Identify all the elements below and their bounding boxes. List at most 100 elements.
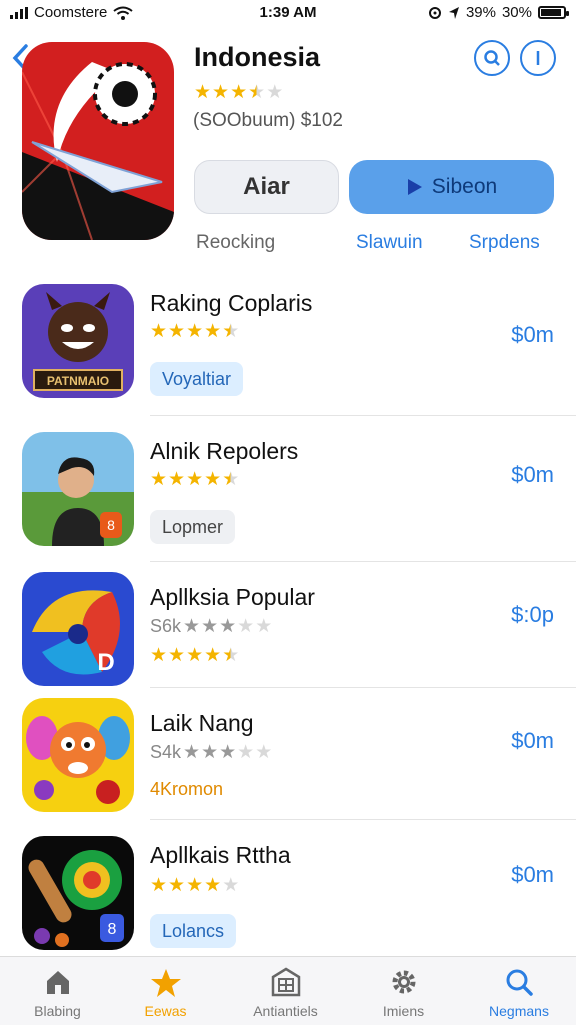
app-name: Apllksia Popular <box>150 584 315 610</box>
star-icon: ★ <box>201 742 219 763</box>
star-icon: ★ <box>204 645 222 666</box>
star-icon: ★ <box>150 321 168 342</box>
tabbar-item-home[interactable]: Blabing <box>0 957 115 1025</box>
tab-slawuin[interactable]: Slawuin <box>356 232 423 254</box>
app-price[interactable]: $0m <box>511 462 554 488</box>
swirl-icon: D <box>22 572 134 686</box>
star-icon: ★ <box>186 469 204 490</box>
search-icon <box>484 50 500 66</box>
primary-action-button[interactable]: Sibeon <box>349 160 554 214</box>
tabbar-label: Imiens <box>382 1003 425 1019</box>
app-rating-stars: ★ ★ ★ ★ ★ <box>194 83 283 102</box>
bottom-tab-bar: Blabing Eewas Antiantiels Imiens Negmans <box>0 956 576 1025</box>
list-item[interactable]: PATNMAIO Raking Coplaris ★ ★ ★ ★ ★ $0m Voyal… <box>0 270 576 416</box>
tabbar-item-apps[interactable]: Antiantiels <box>228 957 343 1025</box>
app-rating-stars: ★ ★ ★ ★ ★ <box>150 470 239 489</box>
tab-srpdens[interactable]: Srpdens <box>469 232 540 254</box>
star-icon: ★ <box>150 875 168 896</box>
star-icon: ★ <box>230 82 248 103</box>
star-icon: ★ <box>168 469 186 490</box>
creature-icon <box>22 698 134 812</box>
star-icon: ★ <box>150 469 168 490</box>
gear-icon <box>392 970 415 994</box>
star-icon: ★ <box>222 469 240 490</box>
devil-icon: PATNMAIO <box>22 284 134 398</box>
app-price[interactable]: $0m <box>511 728 554 754</box>
svg-text:D: D <box>97 649 114 676</box>
star-icon: ★ <box>183 742 201 763</box>
play-icon <box>407 179 422 195</box>
star-icon: ★ <box>222 321 240 342</box>
app-rating-stars: ★ ★ ★ ★ ★ <box>150 322 239 341</box>
battery-icon <box>538 6 569 19</box>
tabbar-label: Blabing <box>34 1003 81 1019</box>
star-icon: ★ <box>237 616 255 637</box>
star-icon: ★ <box>237 742 255 763</box>
info-button[interactable] <box>520 40 556 76</box>
planet-icon: 8 <box>22 836 134 950</box>
app-name: Laik Nang <box>150 710 254 736</box>
star-icon: ★ <box>183 616 201 637</box>
star-icon: ★ <box>248 82 266 103</box>
tabbar-label: Eewas <box>144 1003 187 1019</box>
app-meta: S4k ★ ★ ★ ★ ★ <box>150 742 272 763</box>
secondary-action-button[interactable]: Aiar <box>194 160 339 214</box>
location-icon <box>448 6 459 19</box>
list-item[interactable]: 8 Alnik Repolers ★ ★ ★ ★ ★ $0m Lopmer <box>0 416 576 562</box>
info-icon <box>536 51 540 65</box>
app-rating-stars: ★ ★ ★ ★ ★ <box>150 646 239 665</box>
apps-icon <box>271 967 300 997</box>
app-price[interactable]: $0m <box>511 322 554 348</box>
alarm-icon <box>428 6 441 19</box>
app-name: Raking Coplaris <box>150 290 313 316</box>
search-button[interactable] <box>474 40 510 76</box>
star-icon: ★ <box>150 645 168 666</box>
list-item[interactable]: D Apllksia Popular S6k ★ ★ ★ ★ ★ ★ ★ ★ ★ ★ $:0p <box>0 562 576 688</box>
status-bar: Coomstere 1:39 AM 39% 30% <box>0 0 576 26</box>
tabbar-label: Antiantiels <box>253 1003 318 1019</box>
star-icon: ★ <box>168 645 186 666</box>
app-tag-chip[interactable]: Lolancs <box>150 914 237 948</box>
star-icon: ★ <box>168 321 186 342</box>
tabbar-label: Negmans <box>489 1003 549 1019</box>
star-icon <box>150 969 181 997</box>
battery-percent-a: 39% <box>465 4 496 21</box>
primary-action-label: Sibeon <box>431 175 498 198</box>
app-meta-text: S4k <box>150 742 182 762</box>
app-tag-chip[interactable]: Voyaltiar <box>150 362 244 396</box>
app-price[interactable]: $0m <box>511 862 554 888</box>
app-name: Alnik Repolers <box>150 438 299 464</box>
star-icon: ★ <box>222 645 240 666</box>
app-price[interactable]: $:0p <box>511 602 554 628</box>
star-icon: ★ <box>168 875 186 896</box>
app-meta: S6k ★ ★ ★ ★ ★ <box>150 616 272 637</box>
boy-icon: 8 <box>22 432 134 546</box>
tabbar-item-search[interactable]: Negmans <box>462 957 576 1025</box>
star-icon: ★ <box>186 645 204 666</box>
tabbar-item-featured[interactable]: Eewas <box>108 957 223 1025</box>
star-icon: ★ <box>219 742 237 763</box>
tabbar-item-updates[interactable]: Imiens <box>346 957 461 1025</box>
list-item[interactable]: Laik Nang S4k ★ ★ ★ ★ ★ 4Kromon $0m <box>0 688 576 820</box>
star-icon: ★ <box>255 742 273 763</box>
star-icon: ★ <box>212 82 230 103</box>
star-icon: ★ <box>204 469 222 490</box>
star-icon: ★ <box>219 616 237 637</box>
app-tag-chip[interactable]: 4Kromon <box>150 772 223 806</box>
app-tag-chip[interactable]: Lopmer <box>150 510 236 544</box>
app-meta-stars: ★ ★ ★ ★ ★ <box>183 743 272 762</box>
app-name: Apllkais Rttha <box>150 842 291 868</box>
app-subtitle: (SOObuum) $102 <box>193 110 343 131</box>
star-icon: ★ <box>266 82 284 103</box>
app-hero-icon <box>22 42 174 240</box>
star-icon: ★ <box>186 321 204 342</box>
star-icon: ★ <box>194 82 212 103</box>
search-icon <box>506 969 533 996</box>
svg-text:8: 8 <box>108 921 117 938</box>
star-icon: ★ <box>222 875 240 896</box>
tab-reocking[interactable]: Reocking <box>196 232 275 254</box>
star-icon: ★ <box>255 616 273 637</box>
app-meta-text: S6k <box>150 616 182 636</box>
list-item[interactable]: 8 Apllkais Rttha ★ ★ ★ ★ ★ $0m Lolancs <box>0 820 576 956</box>
svg-text:8: 8 <box>107 517 115 533</box>
